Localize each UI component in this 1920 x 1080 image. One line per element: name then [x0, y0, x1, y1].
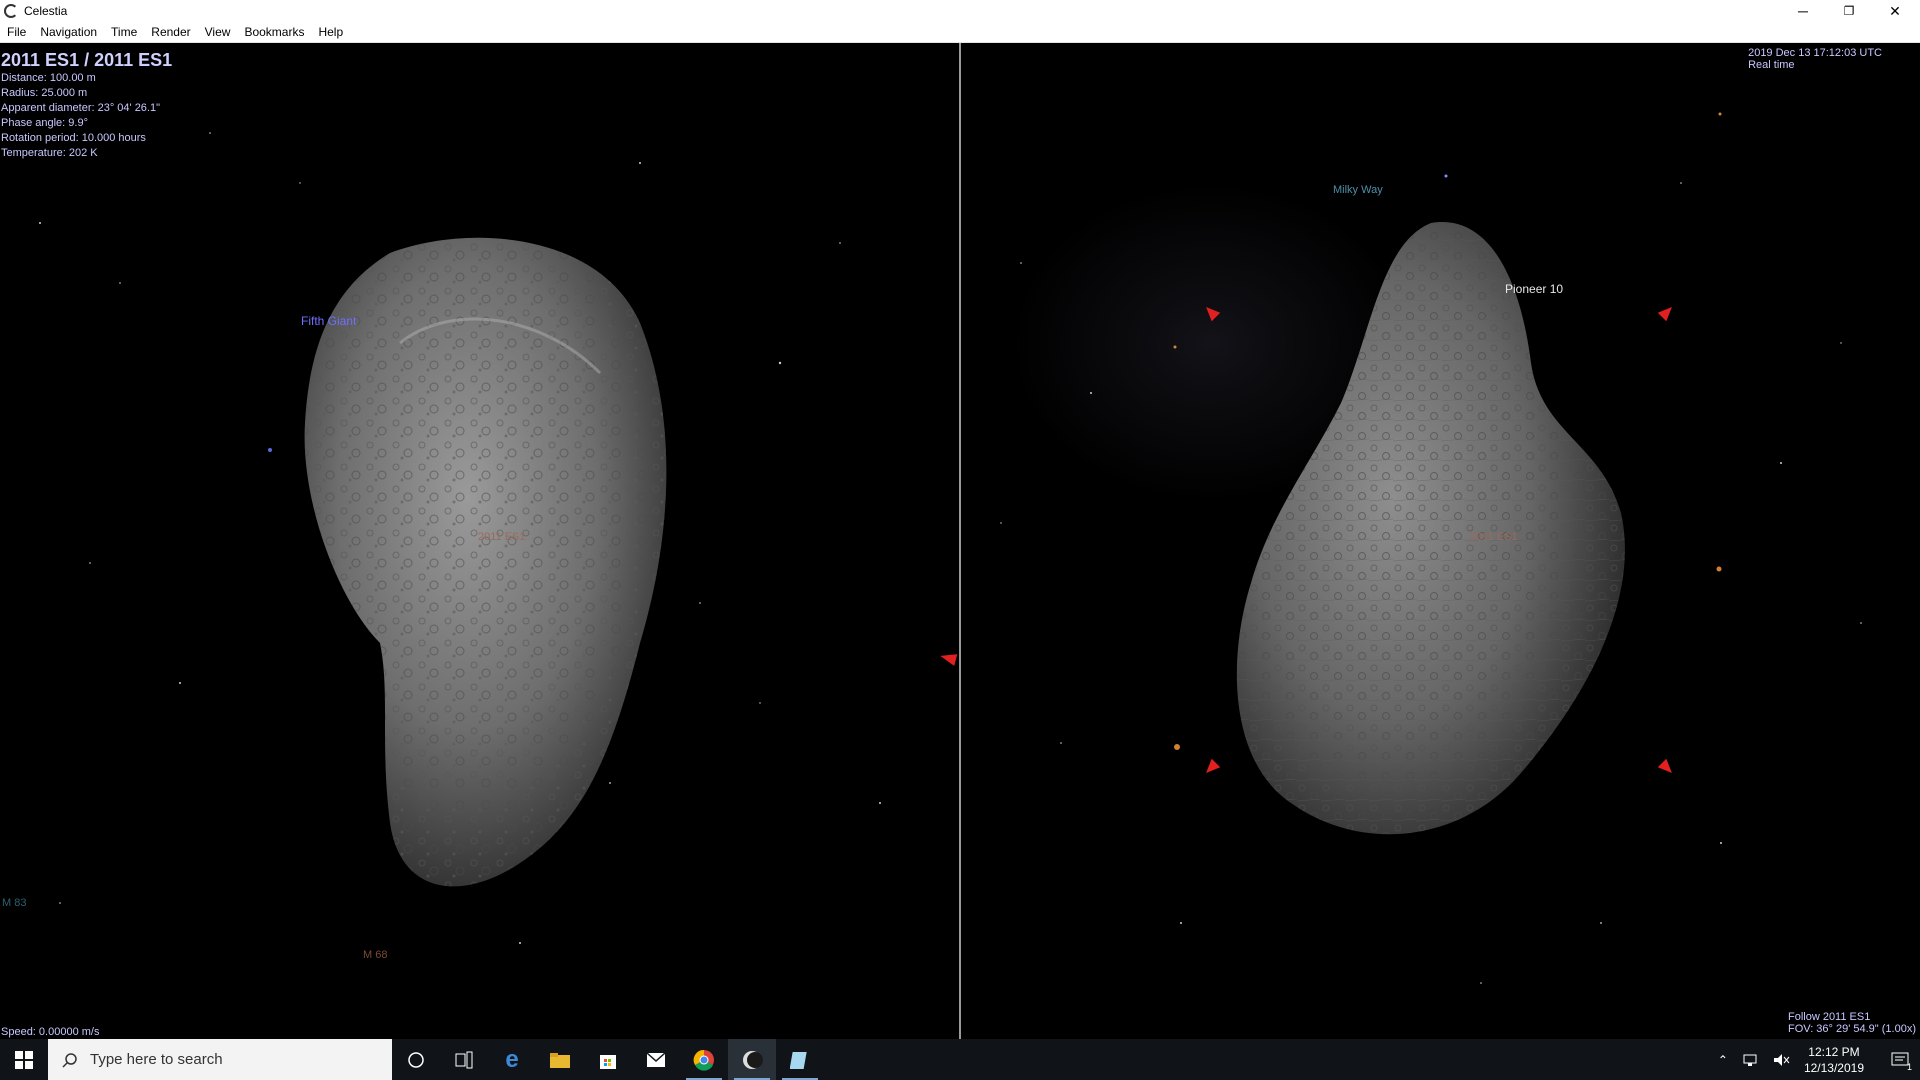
menu-time[interactable]: Time	[104, 25, 144, 39]
info-apparent-diameter: Apparent diameter: 23° 04' 26.1"	[1, 102, 161, 114]
store-icon	[600, 1054, 616, 1069]
mail-icon	[646, 1051, 666, 1067]
fov-readout: FOV: 36° 29' 54.9" (1.00x)	[1787, 1023, 1916, 1035]
windows-icon	[15, 1050, 33, 1069]
close-button[interactable]: ✕	[1872, 0, 1918, 22]
info-distance: Distance: 100.00 m	[1, 72, 96, 84]
search-icon	[62, 1052, 77, 1068]
label-asteroid-right[interactable]: 2011 ES1	[1470, 531, 1518, 543]
store-button[interactable]	[584, 1039, 632, 1080]
object-title: 2011 ES1 / 2011 ES1	[1, 50, 173, 70]
search-placeholder: Type here to search	[90, 1051, 223, 1068]
info-rotation-period: Rotation period: 10.000 hours	[1, 132, 146, 144]
cortana-button[interactable]	[392, 1039, 440, 1080]
title-bar: Celestia ─ ❐ ✕	[0, 0, 1920, 22]
right-starfield	[1000, 112, 1862, 984]
time-mode: Real time	[1748, 59, 1795, 71]
taskbar-clock[interactable]: 12:12 PM 12/13/2019	[1804, 1044, 1864, 1076]
taskbar: Type here to search e ⌃ 12:12 PM 12/13/2…	[0, 1039, 1920, 1080]
menu-view[interactable]: View	[198, 25, 238, 39]
notification-count-badge: 1	[1906, 1062, 1912, 1072]
network-icon[interactable]	[1742, 1052, 1760, 1068]
notepad-button[interactable]	[776, 1039, 824, 1080]
right-viewport[interactable]: 2019 Dec 13 17:12:03 UTC Real time Milky…	[961, 43, 1920, 1039]
celestia-window: Celestia ─ ❐ ✕ File Navigation Time Rend…	[0, 0, 1920, 1080]
restore-button[interactable]: ❐	[1826, 0, 1872, 22]
menu-navigation[interactable]: Navigation	[33, 25, 104, 39]
task-view-icon	[455, 1051, 473, 1068]
label-fifth-giant[interactable]: Fifth Giant	[301, 314, 356, 328]
menu-bar: File Navigation Time Render View Bookmar…	[0, 22, 1920, 43]
menu-bookmarks[interactable]: Bookmarks	[237, 25, 311, 39]
speed-readout: Speed: 0.00000 m/s	[1, 1026, 100, 1038]
datetime-panel: 2019 Dec 13 17:12:03 UTC Real time	[1748, 47, 1882, 71]
celestia-taskbar-button[interactable]	[728, 1039, 776, 1080]
file-explorer-button[interactable]	[536, 1039, 584, 1080]
system-tray: ⌃ 12:12 PM 12/13/2019 1	[1710, 1039, 1920, 1080]
celestia-app-icon	[4, 4, 18, 18]
label-pioneer-10[interactable]: Pioneer 10	[1505, 282, 1563, 296]
info-phase-angle: Phase angle: 9.9°	[1, 117, 88, 129]
celestia-icon	[743, 1050, 763, 1069]
follow-readout: Follow 2011 ES1	[1787, 1011, 1871, 1023]
menu-render[interactable]: Render	[144, 25, 197, 39]
taskbar-search[interactable]: Type here to search	[48, 1039, 392, 1080]
file-explorer-icon	[550, 1052, 570, 1068]
datetime-readout: 2019 Dec 13 17:12:03 UTC	[1748, 47, 1882, 59]
edge-button[interactable]: e	[488, 1039, 536, 1080]
action-center-button[interactable]: 1	[1880, 1039, 1920, 1080]
task-view-button[interactable]	[440, 1039, 488, 1080]
label-asteroid-left[interactable]: 2011 ES1	[478, 531, 526, 543]
notepad-icon	[790, 1051, 807, 1069]
minimize-button[interactable]: ─	[1780, 0, 1826, 22]
label-m83[interactable]: M 83	[2, 897, 26, 909]
chrome-icon	[693, 1049, 714, 1071]
object-info-panel: 2011 ES1 / 2011 ES1 Distance: 100.00 m R…	[1, 50, 172, 161]
tray-overflow-icon[interactable]: ⌃	[1718, 1053, 1728, 1067]
left-viewport[interactable]: 2011 ES1 / 2011 ES1 Distance: 100.00 m R…	[0, 43, 960, 1039]
label-milky-way[interactable]: Milky Way	[1333, 184, 1383, 196]
start-button[interactable]	[0, 1039, 48, 1080]
info-radius: Radius: 25.000 m	[1, 87, 88, 99]
follow-panel: Follow 2011 ES1 FOV: 36° 29' 54.9" (1.00…	[1788, 1011, 1916, 1035]
clock-time: 12:12 PM	[1808, 1044, 1860, 1059]
cortana-icon	[408, 1051, 424, 1068]
volume-muted-icon[interactable]	[1772, 1052, 1790, 1068]
edge-icon: e	[505, 1045, 519, 1073]
menu-file[interactable]: File	[0, 25, 33, 39]
window-title: Celestia	[24, 4, 68, 18]
chrome-button[interactable]	[680, 1039, 728, 1080]
label-m68[interactable]: M 68	[363, 949, 387, 961]
info-temperature: Temperature: 202 K	[1, 147, 98, 159]
mail-button[interactable]	[632, 1039, 680, 1080]
menu-help[interactable]: Help	[311, 25, 350, 39]
clock-date: 12/13/2019	[1803, 1060, 1864, 1075]
